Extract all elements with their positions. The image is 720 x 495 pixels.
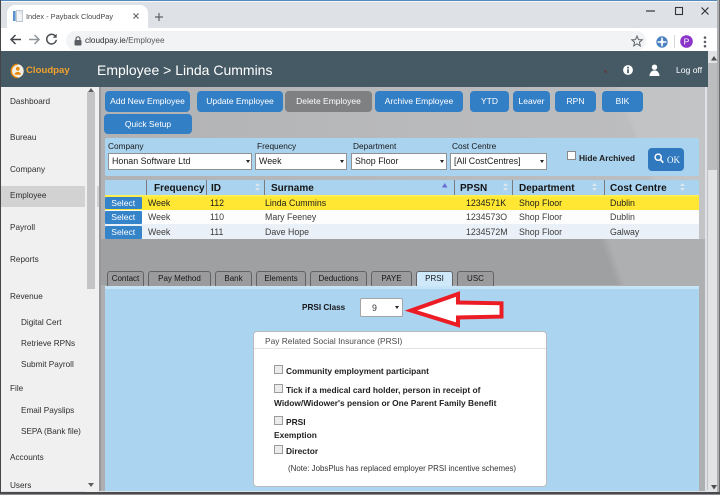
svg-text:P: P	[684, 37, 690, 47]
